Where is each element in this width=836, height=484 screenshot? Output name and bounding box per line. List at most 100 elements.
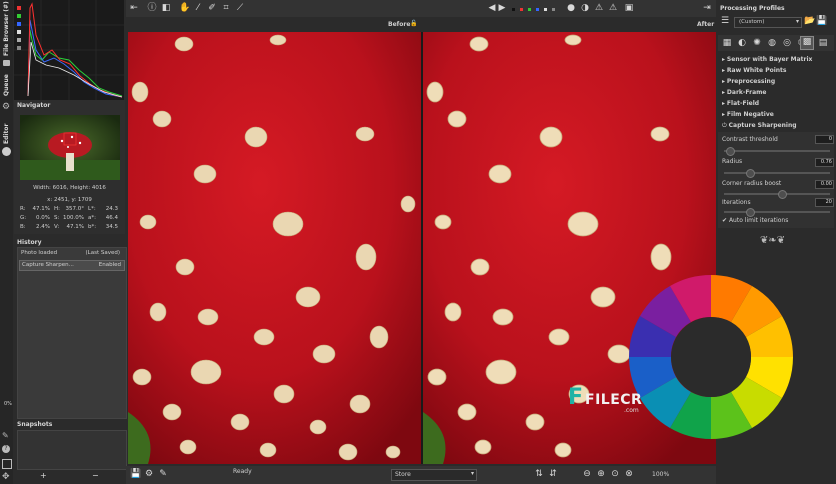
tab-file-browser[interactable]: File Browser (#) (3, 1, 10, 56)
focus-mask-icon[interactable]: ● (566, 3, 576, 13)
send-to-queue-icon[interactable]: ⚙ (144, 469, 154, 479)
zoom-out-icon[interactable]: ⊖ (582, 469, 592, 479)
preview-mode-icon[interactable]: ▣ (624, 3, 634, 13)
history-list (17, 247, 127, 419)
warning-icon[interactable]: ⚠ (594, 3, 604, 13)
zoom-in-icon[interactable]: ⊕ (596, 469, 606, 479)
channel-swatches[interactable] (512, 8, 562, 12)
iterations-label: Iterations (722, 199, 751, 206)
slider-knob[interactable] (746, 169, 755, 178)
flip-icon[interactable]: ⇅ (534, 469, 544, 479)
navigator-title: Navigator (17, 102, 51, 109)
navigator-thumbnail[interactable] (20, 115, 120, 180)
zoom-fit-icon[interactable]: ⊙ (610, 469, 620, 479)
tab-advanced-icon[interactable]: ◎ (782, 38, 792, 48)
tool-dark-frame[interactable]: ▸ Dark-Frame (722, 89, 766, 96)
open-profile-icon[interactable]: 📂 (804, 16, 815, 26)
chevron-down-icon: ▾ (470, 470, 474, 477)
straighten-icon[interactable]: ⟋ (235, 3, 245, 13)
contrast-threshold-slider[interactable] (724, 147, 830, 156)
corner-radius-slider[interactable] (724, 190, 830, 199)
rotate-icon[interactable]: ⇵ (548, 469, 558, 479)
histogram-raw-toggle[interactable] (17, 46, 21, 50)
profile-list-icon[interactable]: ☰ (720, 16, 730, 26)
external-editor-icon[interactable]: ✎ (158, 469, 168, 479)
before-after-icon[interactable]: ◧ (161, 3, 171, 13)
lock-icon[interactable]: 🔓 (410, 20, 417, 27)
tab-raw-icon[interactable]: ▩ (800, 36, 814, 50)
highlight-clip-icon[interactable]: ⚠ (608, 3, 618, 13)
histogram-red-toggle[interactable] (17, 6, 21, 10)
tab-editor[interactable]: Editor (3, 120, 10, 144)
pencil-icon[interactable]: ✎ (2, 431, 9, 440)
history-item[interactable]: Photo loaded (Last Saved) (19, 249, 123, 258)
radius-slider[interactable] (724, 169, 830, 178)
editor-mode-icon[interactable] (2, 147, 11, 156)
tool-raw-white-points[interactable]: ▸ Raw White Points (722, 67, 786, 74)
info-icon[interactable]: ⓘ (147, 3, 157, 13)
histogram (14, 0, 124, 100)
tool-film-negative[interactable]: ▸ Film Negative (722, 111, 774, 118)
hand-tool-icon[interactable]: ✋ (179, 3, 190, 13)
save-profile-icon[interactable]: 💾 (816, 16, 827, 26)
help-icon[interactable]: ? (2, 445, 10, 453)
slider-knob[interactable] (726, 147, 735, 156)
folder-icon[interactable] (3, 60, 10, 66)
tab-color-icon[interactable]: ◍ (767, 38, 777, 48)
iterations-slider[interactable] (724, 208, 830, 217)
histogram-luminance-toggle[interactable] (17, 30, 21, 34)
next-image-icon[interactable]: ▶ (498, 3, 506, 13)
history-item-selected[interactable]: Capture Sharpen... Enabled (19, 260, 125, 271)
fullscreen-icon[interactable]: ⇥ (702, 3, 712, 13)
auto-limit-checkbox[interactable]: ✔ Auto limit iterations (722, 217, 788, 224)
collapse-left-icon[interactable]: ⇤ (129, 3, 139, 13)
profile-dropdown[interactable]: (Custom) ▾ (734, 17, 802, 28)
move-icon[interactable]: ✥ (2, 472, 10, 482)
history-title: History (17, 239, 42, 246)
histogram-chroma-toggle[interactable] (17, 38, 21, 42)
color-picker-icon[interactable]: ⁄ (193, 3, 203, 13)
snapshots-title: Snapshots (17, 421, 53, 428)
tab-detail-icon[interactable]: ✺ (752, 38, 762, 48)
tab-metadata-icon[interactable]: ▤ (818, 38, 828, 48)
navigator-readout: R: 47.1% H: 357.0° L*: 24.3 G: 0.0% S: 100.0%… (20, 205, 120, 232)
prev-image-icon[interactable]: ◀ (488, 3, 496, 13)
corner-radius-label: Corner radius boost (722, 180, 782, 187)
tab-favorites-icon[interactable]: ▦ (722, 38, 732, 48)
tool-sensor-bayer[interactable]: ▸ Sensor with Bayer Matrix (722, 56, 812, 63)
grid-icon[interactable] (2, 459, 12, 469)
zoom-level: 100% (652, 471, 670, 478)
filecr-tld: .com (624, 407, 639, 414)
contrast-threshold-value[interactable]: 0 (815, 135, 834, 144)
save-icon[interactable]: 💾 (130, 469, 141, 479)
histogram-green-toggle[interactable] (17, 14, 21, 18)
tab-exposure-icon[interactable]: ◐ (737, 38, 747, 48)
chevron-down-icon: ▾ (795, 18, 799, 25)
store-dropdown[interactable]: Store ▾ (391, 469, 477, 481)
power-icon[interactable]: ⏻ (722, 122, 729, 129)
slider-knob[interactable] (778, 190, 787, 199)
navigator-coords: x: 2451, y: 1709 (47, 197, 92, 203)
radius-value[interactable]: 0.76 (815, 158, 834, 167)
tool-preprocessing[interactable]: ▸ Preprocessing (722, 78, 775, 85)
profiles-title: Processing Profiles (720, 5, 785, 12)
snapshot-remove-button[interactable]: − (92, 471, 99, 480)
slider-knob[interactable] (746, 208, 755, 217)
snapshot-add-button[interactable]: + (40, 471, 47, 480)
tab-queue[interactable]: Queue (3, 72, 10, 96)
histogram-blue-toggle[interactable] (17, 22, 21, 26)
tool-flat-field[interactable]: ▸ Flat-Field (722, 100, 759, 107)
zoom-100-icon[interactable]: ⊗ (624, 469, 634, 479)
radius-label: Radius (722, 158, 743, 165)
crop-icon[interactable]: ⌗ (221, 3, 231, 13)
white-balance-picker-icon[interactable]: ✐ (207, 3, 217, 13)
before-preview-image[interactable] (128, 32, 421, 464)
shadow-clip-icon[interactable]: ◑ (580, 3, 590, 13)
gear-icon[interactable]: ⚙ (2, 103, 11, 112)
readout-row: G: 0.0% S: 100.0% a*: 46.4 (20, 215, 118, 221)
tool-capture-sharpening[interactable]: ⏻ Capture Sharpening (722, 122, 797, 130)
corner-radius-value[interactable]: 0.00 (815, 180, 834, 189)
iterations-value[interactable]: 20 (815, 198, 834, 207)
after-label: After (697, 21, 715, 28)
checkmark-icon: ✔ (722, 217, 729, 224)
